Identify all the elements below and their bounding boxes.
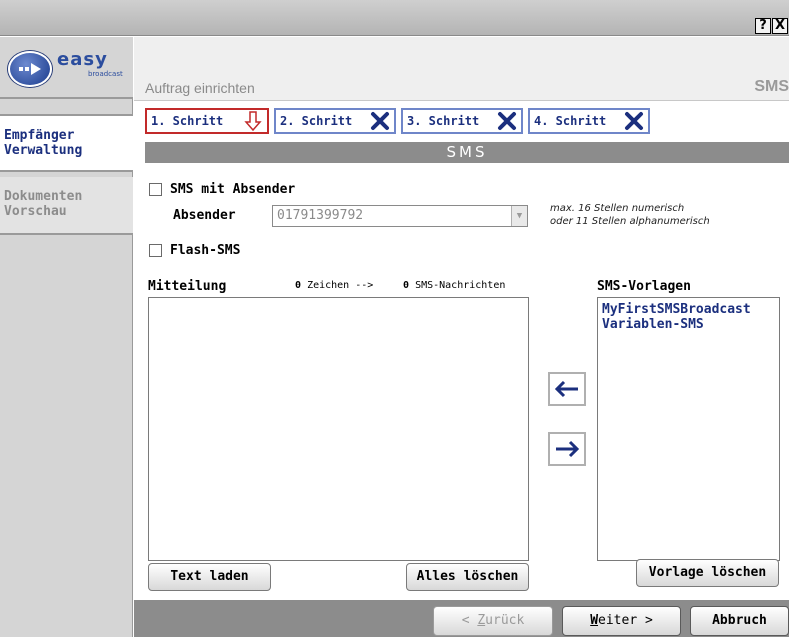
logo-wordmark: easy <box>57 49 108 70</box>
char-count: 0 <box>295 280 302 291</box>
templates-list[interactable]: MyFirstSMSBroadcast Variablen-SMS <box>597 297 780 561</box>
sender-value: 01791399792 <box>277 208 364 223</box>
sidebar-item-empfaenger-verwaltung[interactable]: Empfänger Verwaltung <box>0 114 133 172</box>
sidebar-item-label: Empfänger <box>4 128 75 143</box>
message-label: Mitteilung <box>148 279 227 294</box>
step-4-tab[interactable]: 4. Schritt <box>528 108 650 134</box>
sidebar: easy broadcast Empfänger Verwaltung Doku… <box>0 37 133 637</box>
list-item[interactable]: MyFirstSMSBroadcast <box>602 302 779 317</box>
back-hotkey: Z <box>477 613 486 628</box>
dropdown-arrow-icon[interactable]: ▼ <box>511 206 527 226</box>
step-label: 2. Schritt <box>280 114 353 128</box>
sender-label: Absender <box>173 208 236 223</box>
logo: easy broadcast <box>0 37 133 99</box>
arrow-right-icon <box>556 440 580 458</box>
page-header: Auftrag einrichten SMS <box>134 37 789 101</box>
page-title: Auftrag einrichten <box>145 80 255 96</box>
step-2-tab[interactable]: 2. Schritt <box>274 108 396 134</box>
save-as-template-button[interactable] <box>548 432 586 466</box>
flash-sms-label: Flash-SMS <box>170 243 241 258</box>
step-1-tab[interactable]: 1. Schritt <box>145 108 269 134</box>
sender-combobox[interactable]: 01791399792 ▼ <box>272 205 528 227</box>
sidebar-item-label: Verwaltung <box>4 143 83 158</box>
sms-counter: 0 SMS-Nachrichten <box>403 280 505 292</box>
sms-sender-checkbox[interactable] <box>149 183 162 196</box>
next-hotkey: W <box>590 613 599 628</box>
arrow-left-icon <box>554 380 578 398</box>
sidebar-item-label: Dokumenten <box>4 189 83 204</box>
templates-label: SMS-Vorlagen <box>597 279 691 294</box>
step-3-tab[interactable]: 3. Schritt <box>401 108 523 134</box>
load-text-button[interactable]: Text laden <box>148 563 271 591</box>
logo-arrow-icon <box>19 63 41 75</box>
x-icon <box>371 112 389 130</box>
list-item[interactable]: Variablen-SMS <box>602 317 779 332</box>
step-label: 1. Schritt <box>151 114 224 128</box>
sms-count-label: SMS-Nachrichten <box>415 280 506 291</box>
close-icon[interactable]: X <box>772 18 788 34</box>
sms-sender-label: SMS mit Absender <box>170 182 296 197</box>
char-counter: 0 Zeichen --> <box>295 280 373 292</box>
message-textarea[interactable] <box>148 297 529 561</box>
next-button[interactable]: Weiter > <box>562 606 681 636</box>
clear-all-button[interactable]: Alles löschen <box>406 563 529 591</box>
delete-template-button[interactable]: Vorlage löschen <box>636 559 779 587</box>
step-label: 3. Schritt <box>407 114 480 128</box>
next-label: eiter > <box>598 613 653 628</box>
section-title: SMS <box>145 142 789 163</box>
x-icon <box>498 112 516 130</box>
back-button[interactable]: < Zurück <box>433 606 553 636</box>
sidebar-item-label: Vorschau <box>4 204 67 219</box>
cancel-button[interactable]: Abbruch <box>690 606 789 636</box>
flash-sms-checkbox[interactable] <box>149 244 162 257</box>
sender-hint: oder 11 Stellen alphanumerisch <box>550 216 710 227</box>
down-arrow-icon <box>244 111 262 131</box>
page-code: SMS <box>754 78 789 95</box>
x-icon <box>625 112 643 130</box>
char-count-label: Zeichen --> <box>307 280 374 291</box>
insert-template-button[interactable] <box>548 372 586 406</box>
sender-hint: max. 16 Stellen numerisch <box>550 203 685 214</box>
title-bar: ? X <box>0 0 789 36</box>
back-prefix: < <box>461 613 478 628</box>
step-label: 4. Schritt <box>534 114 607 128</box>
back-label: urück <box>485 613 525 628</box>
sms-count: 0 <box>403 280 410 291</box>
logo-subtext: broadcast <box>88 70 123 78</box>
help-icon[interactable]: ? <box>755 18 771 34</box>
sidebar-item-dokumenten-vorschau[interactable]: Dokumenten Vorschau <box>0 177 133 235</box>
